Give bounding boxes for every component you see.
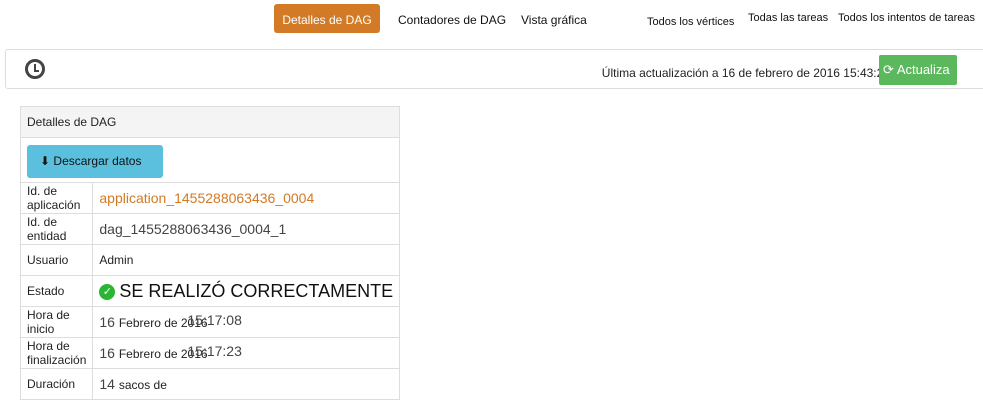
row-label: Estado xyxy=(19,275,94,307)
application-id-link[interactable]: application_1455288063436_0004 xyxy=(99,190,314,206)
dag-details-table: Detalles de DAG ⬇ Descargar datos Id. de… xyxy=(19,106,401,400)
duration-value: 14 xyxy=(99,376,115,392)
start-day: 16 xyxy=(99,314,115,330)
status-value: SE REALIZÓ CORRECTAMENTE xyxy=(119,280,394,301)
refresh-button[interactable]: ⟳ Actualiza xyxy=(879,55,957,85)
row-label: Id. de entidad xyxy=(19,213,94,245)
row-label: Hora de inicio xyxy=(19,306,94,338)
link-all-tasks[interactable]: Todas las tareas xyxy=(748,2,828,31)
tab-graphical-view[interactable]: Vista gráfica xyxy=(521,4,587,33)
row-label: Duración xyxy=(19,368,94,400)
link-all-task-attempts[interactable]: Todos los intentos de tareas xyxy=(838,2,975,31)
user-value: Admin xyxy=(99,253,134,267)
row-label: Id. de aplicación xyxy=(19,182,94,214)
row-label: Hora de finalización xyxy=(19,337,94,369)
tab-dag-details[interactable]: Detalles de DAG xyxy=(274,4,380,33)
start-time: 15:17:08 xyxy=(187,312,242,328)
download-icon: ⬇ xyxy=(40,153,51,168)
download-label: Descargar datos xyxy=(53,153,142,168)
check-circle-icon: ✓ xyxy=(99,283,116,300)
download-data-button[interactable]: ⬇ Descargar datos xyxy=(27,144,163,178)
link-all-vertices[interactable]: Todos los vértices xyxy=(647,6,734,35)
end-day: 16 xyxy=(99,345,115,361)
tab-dag-counters[interactable]: Contadores de DAG xyxy=(398,4,506,33)
clock-icon xyxy=(25,59,45,79)
refresh-panel: Última actualización a 16 de febrero de … xyxy=(5,49,983,89)
refresh-icon: ⟳ xyxy=(883,62,894,77)
duration-unit: sacos de xyxy=(118,378,167,392)
details-title: Detalles de DAG xyxy=(19,106,401,138)
refresh-label: Actualiza xyxy=(896,62,950,77)
entity-id: dag_1455288063436_0004_1 xyxy=(99,221,287,237)
end-time: 15:17:23 xyxy=(187,343,242,359)
last-update-text: Última actualización a 16 de febrero de … xyxy=(601,66,890,80)
row-label: Usuario xyxy=(19,244,94,276)
